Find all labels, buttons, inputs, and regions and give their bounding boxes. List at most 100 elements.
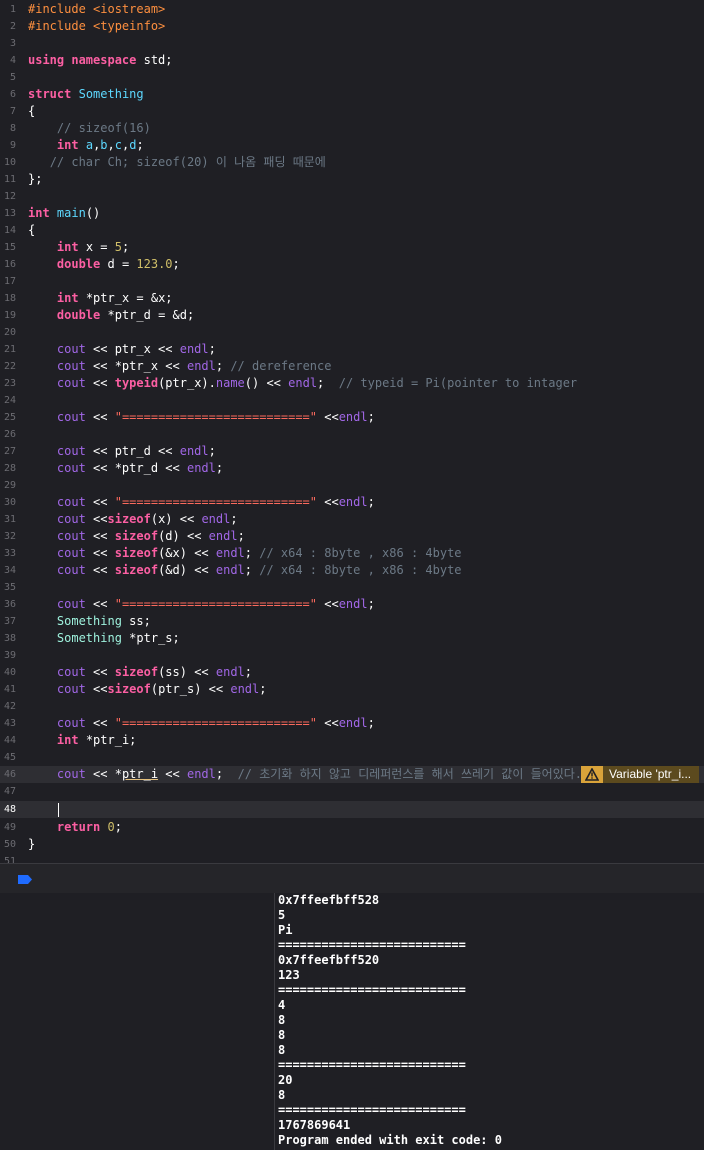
line-number: 20 (3, 327, 16, 338)
line-number: 30 (3, 497, 16, 508)
code-line[interactable]: 13 int main() (0, 205, 704, 222)
code-line[interactable]: 35 (0, 579, 704, 596)
line-number: 42 (3, 701, 16, 712)
code-line[interactable]: 15 int x = 5; (0, 239, 704, 256)
line-number: 43 (3, 718, 16, 729)
line-number: 48 (3, 804, 16, 815)
line-number: 9 (9, 140, 16, 151)
line-number: 24 (3, 395, 16, 406)
line-number: 45 (3, 752, 16, 763)
code-line[interactable]: 37 Something ss; (0, 613, 704, 630)
code-line[interactable]: 25 cout << "==========================" … (0, 409, 704, 426)
code-line[interactable]: 27 cout << ptr_d << endl; (0, 443, 704, 460)
line-number: 21 (3, 344, 16, 355)
code-line[interactable]: 16 double d = 123.0; (0, 256, 704, 273)
variables-view[interactable] (0, 893, 275, 1150)
code-line[interactable]: 50} (0, 836, 704, 853)
console-line: 1767869641 (278, 1118, 351, 1132)
line-number: 5 (9, 72, 16, 83)
code-line[interactable]: 45 (0, 749, 704, 766)
line-number: 25 (3, 412, 16, 423)
code-line[interactable]: 24 (0, 392, 704, 409)
line-number: 23 (3, 378, 16, 389)
code-line-current[interactable]: 48 (0, 801, 704, 818)
console-line: ========================== (278, 983, 466, 997)
code-line[interactable]: 44 int *ptr_i; (0, 732, 704, 749)
console-line: 8 (278, 1088, 286, 1102)
code-line[interactable]: 34 cout << sizeof(&d) << endl; // x64 : … (0, 562, 704, 579)
warning-annotation[interactable]: Variable 'ptr_i... (581, 766, 699, 783)
code-line[interactable]: 21 cout << ptr_x << endl; (0, 341, 704, 358)
code-line[interactable]: 39 (0, 647, 704, 664)
code-line[interactable]: 23 cout << typeid(ptr_x).name() << endl;… (0, 375, 704, 392)
code-line[interactable]: 30 cout << "==========================" … (0, 494, 704, 511)
console-line: 8 (278, 1013, 286, 1027)
code-line[interactable]: 5 (0, 69, 704, 86)
code-line[interactable]: 2 #include <typeinfo> (0, 18, 704, 35)
line-number: 2 (9, 21, 16, 32)
warning-triangle-icon (581, 766, 603, 783)
code-line[interactable]: 40 cout << sizeof(ss) << endl; (0, 664, 704, 681)
console-line: ========================== (278, 938, 466, 952)
breakpoints-icon[interactable] (18, 875, 32, 884)
code-line[interactable]: 29 (0, 477, 704, 494)
console-line: 8 (278, 1043, 286, 1057)
line-number: 29 (3, 480, 16, 491)
code-line[interactable]: 22 cout << *ptr_x << endl; // dereferenc… (0, 358, 704, 375)
line-number: 41 (3, 684, 16, 695)
code-line[interactable]: 1 #include <iostream> (0, 1, 704, 18)
code-line[interactable]: 11}; (0, 171, 704, 188)
code-line[interactable]: 10 // char Ch; sizeof(20) 이 나옴 패딩 때문에 (0, 154, 704, 171)
code-line[interactable]: 12 (0, 188, 704, 205)
code-line[interactable]: 20 (0, 324, 704, 341)
code-line[interactable]: 33 cout << sizeof(&x) << endl; // x64 : … (0, 545, 704, 562)
code-line[interactable]: 31 cout <<sizeof(x) << endl; (0, 511, 704, 528)
code-line[interactable]: 18 int *ptr_x = &x; (0, 290, 704, 307)
line-number: 26 (3, 429, 16, 440)
code-line[interactable]: 28 cout << *ptr_d << endl; (0, 460, 704, 477)
line-number: 40 (3, 667, 16, 678)
code-line-warning[interactable]: 46 cout << *ptr_i << endl; // 초기화 하지 않고 … (0, 766, 704, 783)
line-number: 16 (3, 259, 16, 270)
code-line[interactable]: 32 cout << sizeof(d) << endl; (0, 528, 704, 545)
debug-bar (0, 863, 704, 894)
console-line: 123 (278, 968, 300, 982)
code-line[interactable]: 6 struct Something (0, 86, 704, 103)
code-line[interactable]: 42 (0, 698, 704, 715)
code-line[interactable]: 43 cout << "==========================" … (0, 715, 704, 732)
code-line[interactable]: 47 (0, 783, 704, 800)
code-line[interactable]: 8 // sizeof(16) (0, 120, 704, 137)
code-line[interactable]: 26 (0, 426, 704, 443)
code-line[interactable]: 38 Something *ptr_s; (0, 630, 704, 647)
code-line[interactable]: 41 cout <<sizeof(ptr_s) << endl; (0, 681, 704, 698)
line-number: 15 (3, 242, 16, 253)
line-number: 44 (3, 735, 16, 746)
code-line[interactable]: 51 (0, 853, 704, 863)
code-line[interactable]: 19 double *ptr_d = &d; (0, 307, 704, 324)
code-line[interactable]: 9 int a,b,c,d; (0, 137, 704, 154)
code-line[interactable]: 3 (0, 35, 704, 52)
console-line: 5 (278, 908, 286, 922)
code-line[interactable]: 36 cout << "==========================" … (0, 596, 704, 613)
line-number: 34 (3, 565, 16, 576)
line-number: 47 (3, 786, 16, 797)
console-line: 0x7ffeefbff528 (278, 893, 380, 907)
line-number: 1 (9, 4, 16, 15)
code-line[interactable]: 14{ (0, 222, 704, 239)
text-cursor (58, 803, 59, 817)
line-number: 22 (3, 361, 16, 372)
code-line[interactable]: 17 (0, 273, 704, 290)
line-number: 4 (9, 55, 16, 66)
console-line: ========================== (278, 1103, 466, 1117)
code-line[interactable]: 7{ (0, 103, 704, 120)
console-line: 0x7ffeefbff520 (278, 953, 380, 967)
code-editor[interactable]: 1 #include <iostream> 2 #include <typeinfo… (0, 0, 704, 863)
line-number: 3 (9, 38, 16, 49)
console-output[interactable]: 0x7ffeefbff528 5 Pi ====================… (275, 893, 704, 1150)
code-line[interactable]: 4 using namespace std; (0, 52, 704, 69)
line-number: 50 (3, 839, 16, 850)
line-number: 46 (3, 769, 16, 780)
code-line[interactable]: 49 return 0; (0, 819, 704, 836)
line-number: 11 (3, 174, 16, 185)
line-number: 37 (3, 616, 16, 627)
